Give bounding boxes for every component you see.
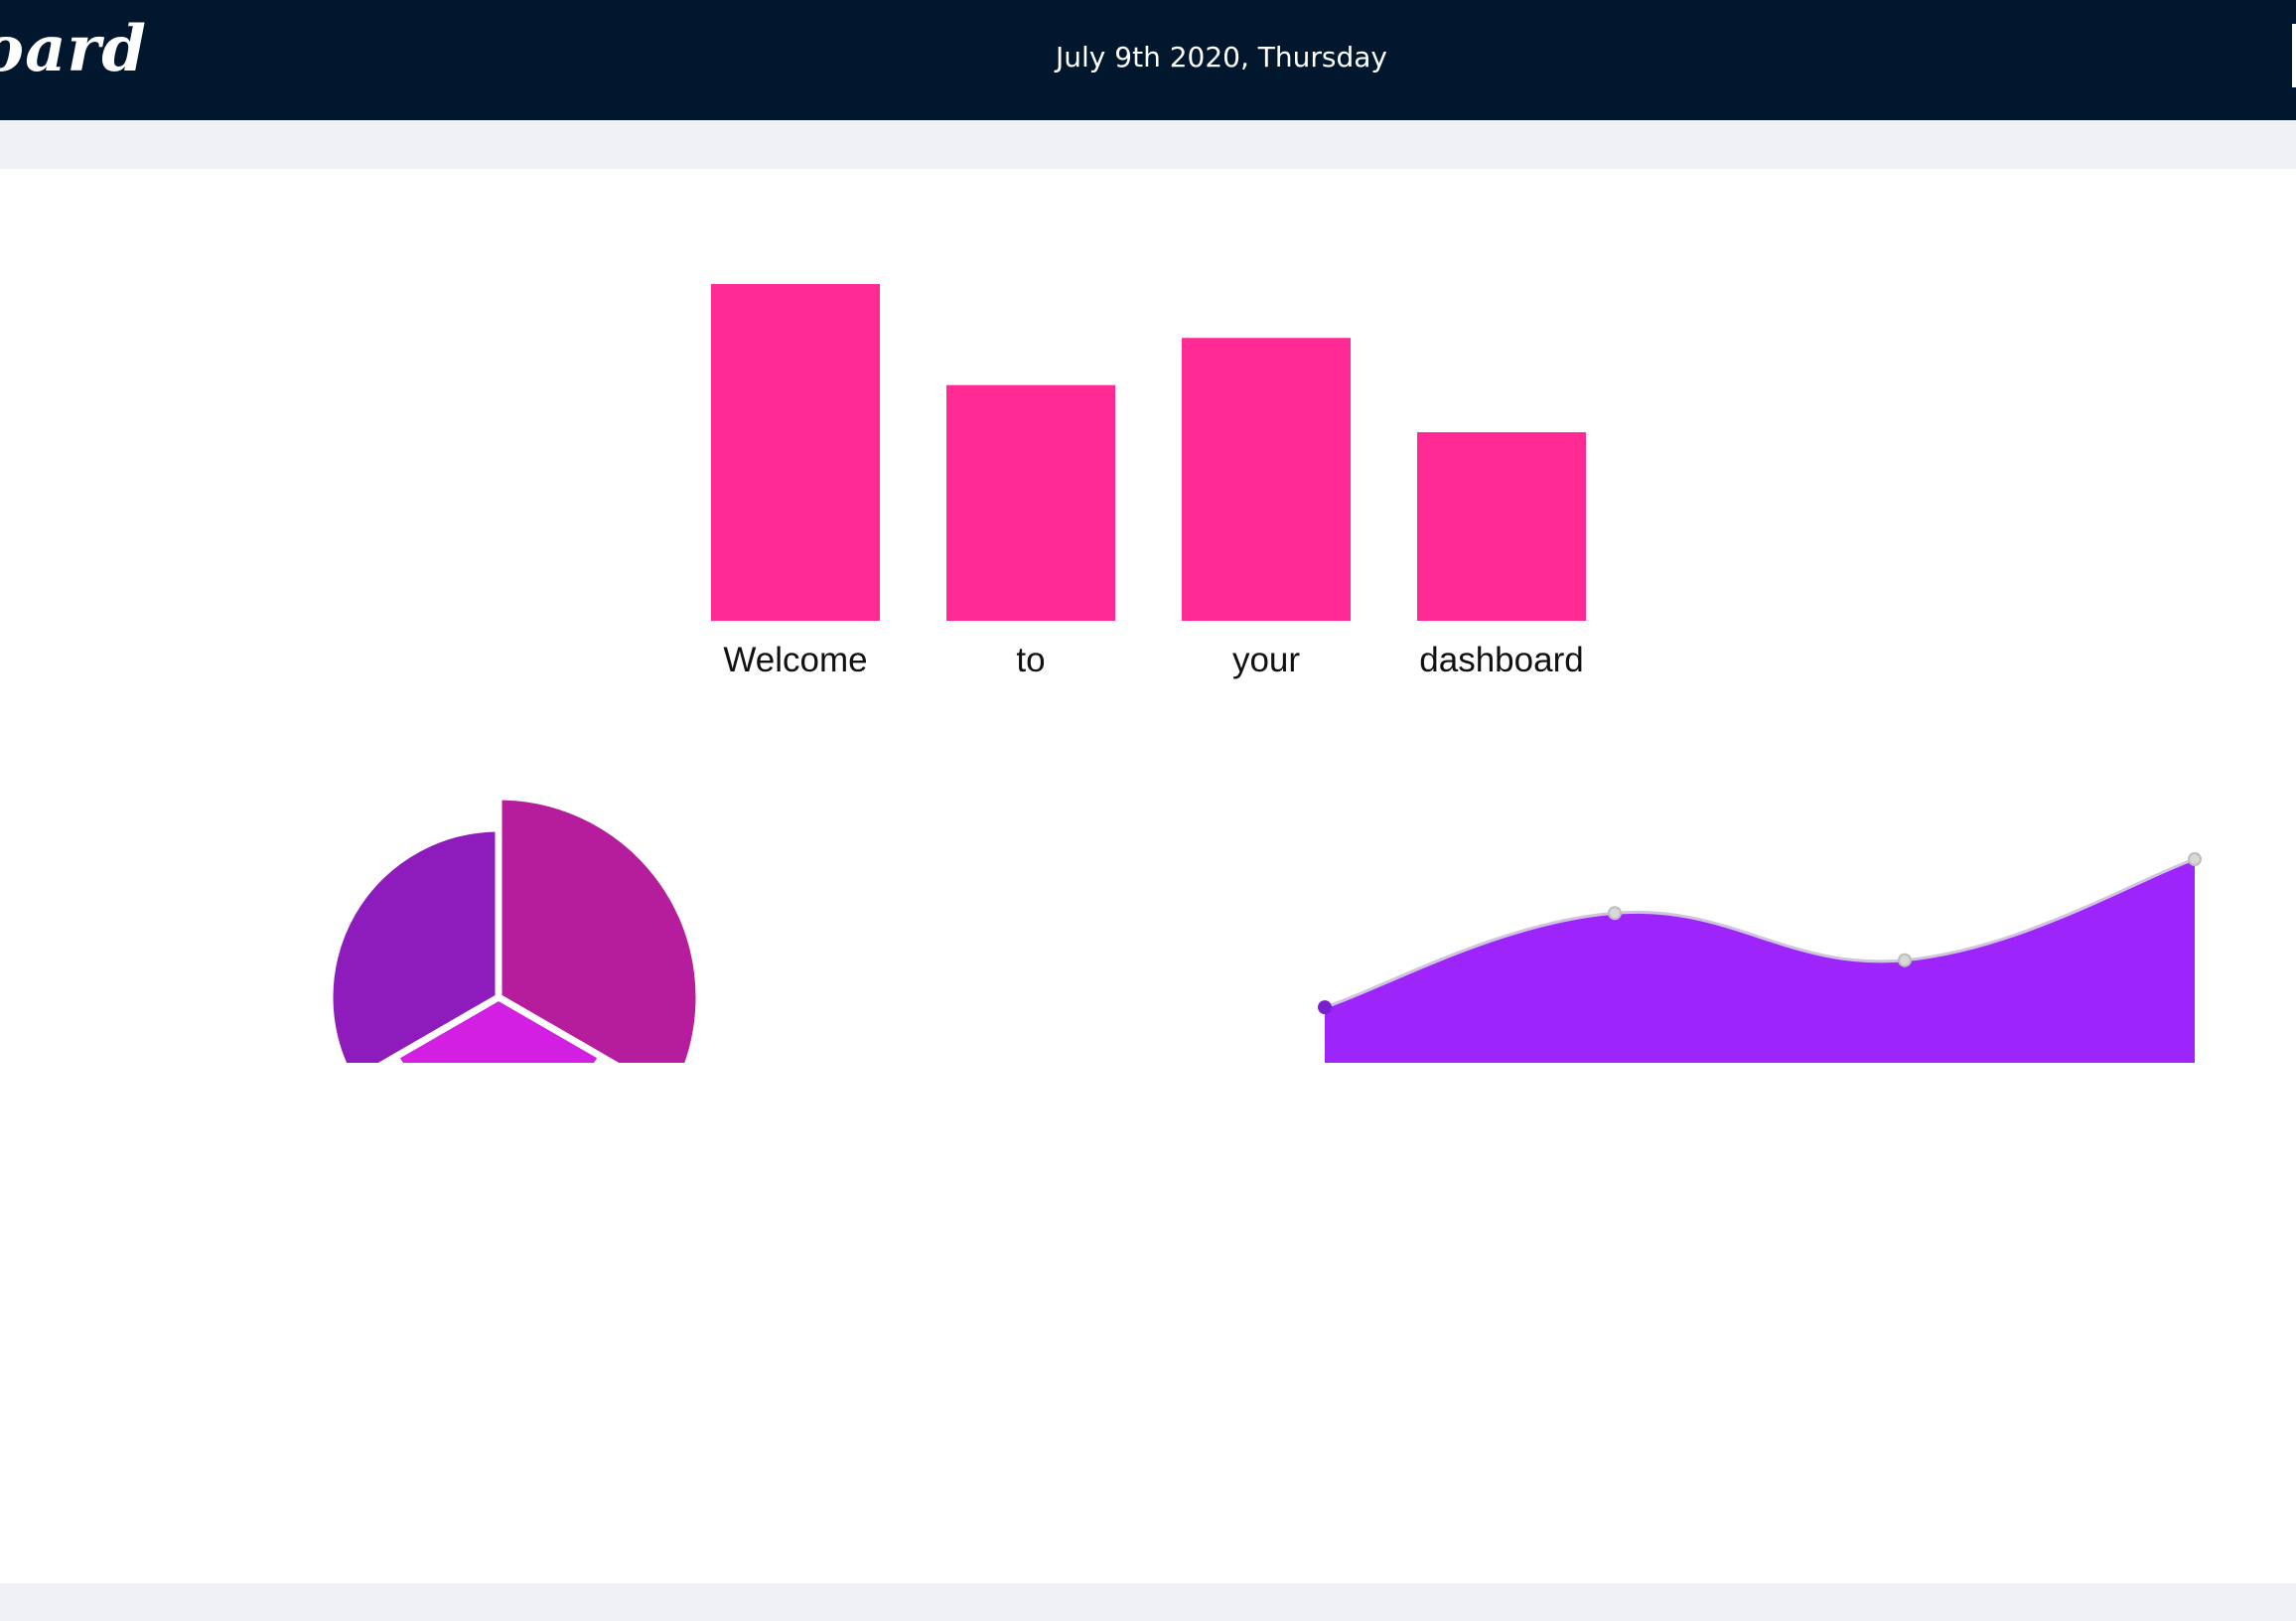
header-right-control[interactable] [2292, 24, 2296, 87]
area-chart: toseeyourprogress [1318, 852, 2202, 1063]
area-point-your[interactable] [1898, 953, 1912, 967]
current-date: July 9th 2020, Thursday [1056, 41, 1387, 74]
area-point-see[interactable] [1608, 906, 1622, 921]
area-point-progress[interactable] [2188, 852, 2202, 866]
area-fill[interactable] [1325, 859, 2195, 1063]
dashboard-card: Welcometoyourdashboard Pleaselogin tosee… [0, 169, 2296, 1583]
top-navigation-bar: board July 9th 2020, Thursday [0, 0, 2296, 120]
area-point-to[interactable] [1318, 1000, 1332, 1015]
